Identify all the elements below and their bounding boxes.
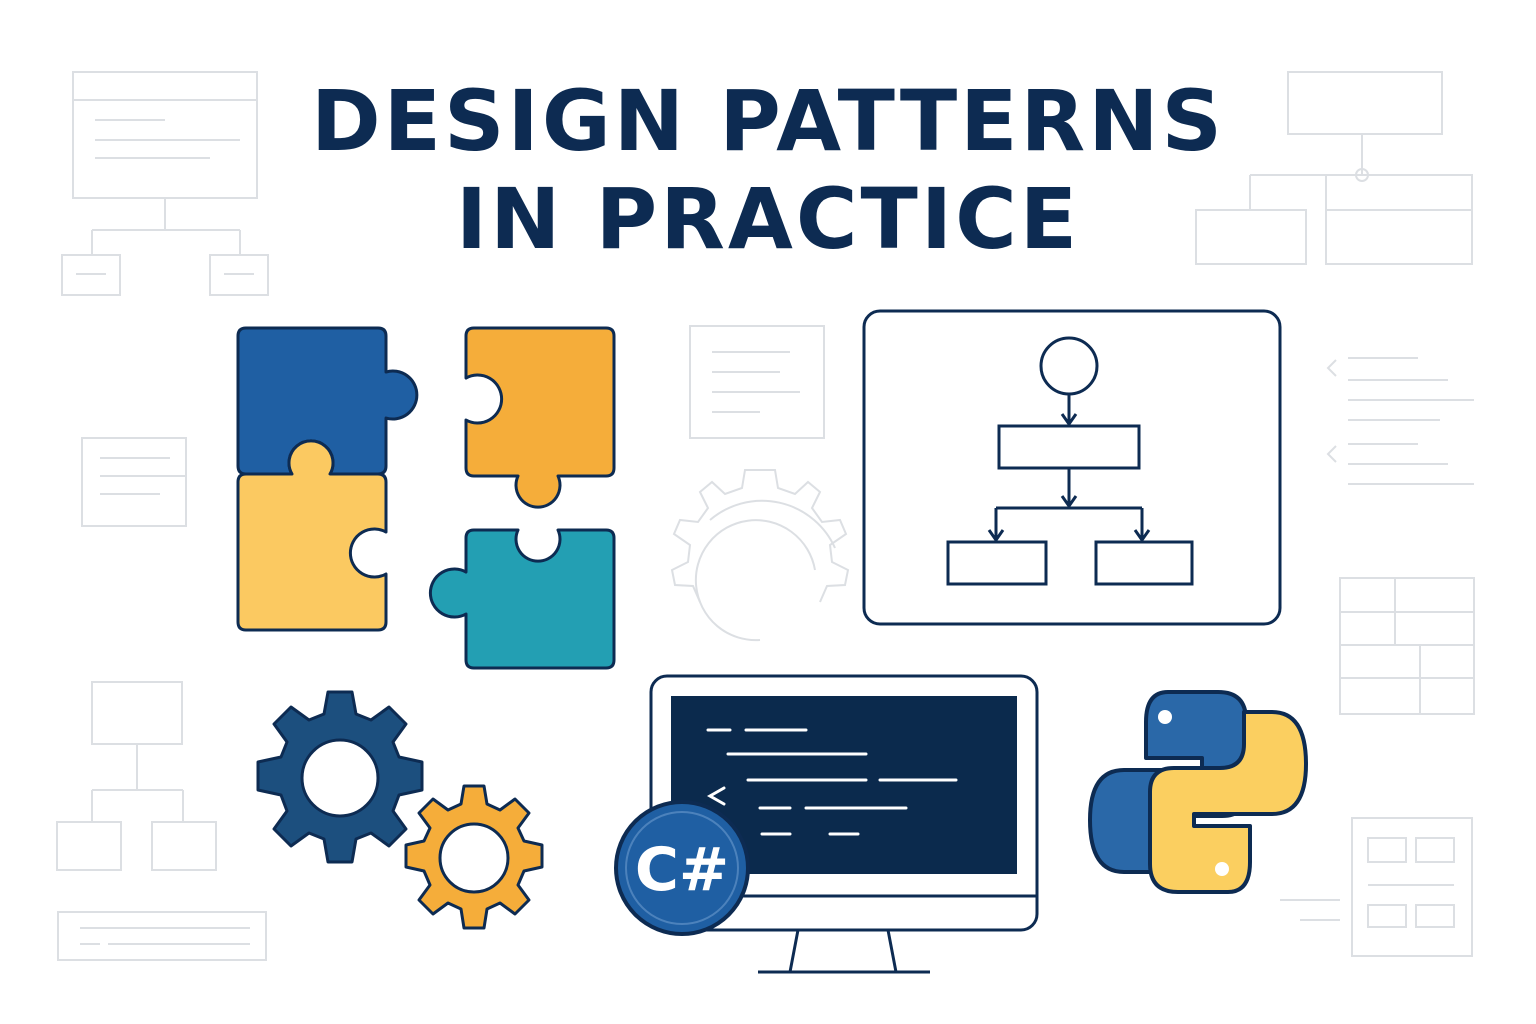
csharp-logo-icon: C# xyxy=(614,800,750,936)
gear-dark-blue xyxy=(256,690,424,864)
title-line-1: DESIGN PATTERNS xyxy=(310,72,1226,170)
title-line-2: IN PRACTICE xyxy=(455,170,1081,268)
python-logo-icon xyxy=(1088,690,1308,894)
gears-icon xyxy=(256,690,544,930)
puzzle-pieces-icon xyxy=(236,326,616,670)
puzzle-piece-orange xyxy=(464,326,616,509)
gear-orange xyxy=(404,784,544,930)
flowchart-diagram-icon xyxy=(862,309,1282,626)
illustration: C# DESIGN PATTERNS IN PRACTICE xyxy=(0,0,1536,1024)
monitor-stand xyxy=(788,929,898,973)
puzzle-piece-teal xyxy=(428,528,616,670)
csharp-logo-label: C# xyxy=(635,835,729,905)
page-title: DESIGN PATTERNS IN PRACTICE xyxy=(0,72,1536,268)
